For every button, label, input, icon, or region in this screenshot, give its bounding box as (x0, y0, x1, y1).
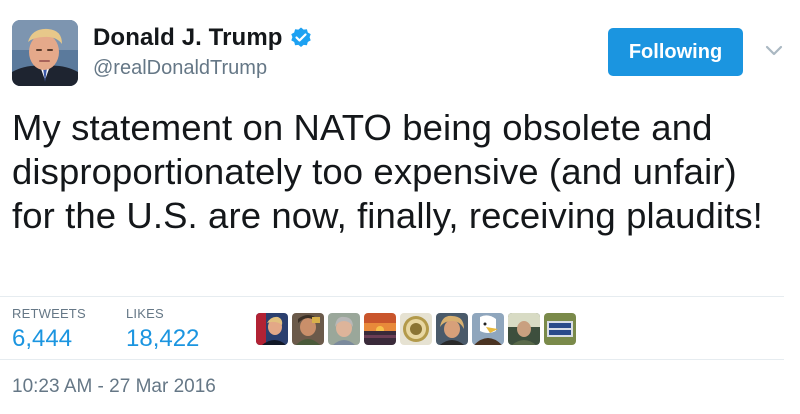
profile-avatar[interactable] (12, 20, 78, 86)
liker-avatar[interactable] (544, 313, 576, 345)
chevron-down-icon[interactable] (764, 44, 784, 58)
retweets-label: RETWEETS (12, 306, 86, 321)
retweets-count[interactable]: 6,444 (12, 325, 86, 353)
likes-stat[interactable]: LIKES 18,422 (126, 306, 199, 353)
liker-avatars (256, 313, 576, 345)
tweet-timestamp[interactable]: 10:23 AM - 27 Mar 2016 (12, 376, 216, 398)
liker-avatar[interactable] (256, 313, 288, 345)
stats-divider-bottom (0, 359, 784, 360)
following-button[interactable]: Following (608, 28, 743, 76)
liker-avatar[interactable] (508, 313, 540, 345)
profile-photo-image (12, 20, 78, 86)
retweets-stat[interactable]: RETWEETS 6,444 (12, 306, 86, 353)
liker-avatar[interactable] (400, 313, 432, 345)
liker-avatar[interactable] (364, 313, 396, 345)
stats-divider-top (0, 296, 784, 297)
likes-count[interactable]: 18,422 (126, 325, 199, 353)
fullname-row: Donald J. Trump (93, 23, 313, 53)
liker-avatar[interactable] (292, 313, 324, 345)
verified-badge-icon (289, 26, 313, 50)
liker-avatar[interactable] (436, 313, 468, 345)
tweet-card: Donald J. Trump @realDonaldTrump Followi… (0, 0, 800, 414)
tweet-text: My statement on NATO being obsolete and … (12, 107, 763, 236)
author-handle[interactable]: @realDonaldTrump (93, 57, 313, 80)
likes-label: LIKES (126, 306, 164, 321)
author-names: Donald J. Trump @realDonaldTrump (93, 23, 313, 80)
liker-avatar[interactable] (328, 313, 360, 345)
author-fullname[interactable]: Donald J. Trump (93, 24, 283, 52)
liker-avatar[interactable] (472, 313, 504, 345)
